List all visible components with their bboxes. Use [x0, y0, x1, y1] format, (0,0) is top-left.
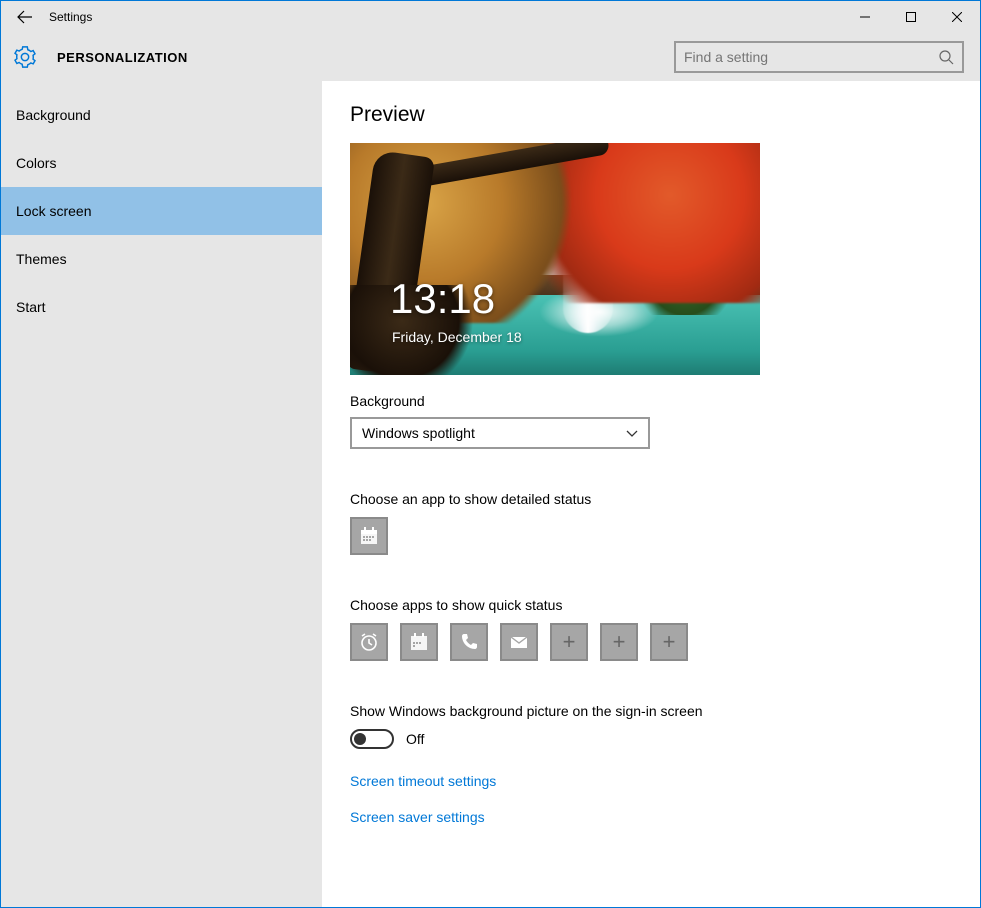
- toggle-knob: [354, 733, 366, 745]
- quick-status-tile-add[interactable]: +: [600, 623, 638, 661]
- sidebar-item-start[interactable]: Start: [1, 283, 322, 331]
- sidebar-item-label: Themes: [16, 251, 67, 267]
- quick-status-tile-alarm[interactable]: [350, 623, 388, 661]
- plus-icon: +: [613, 629, 626, 655]
- preview-clock: 13:18: [390, 275, 495, 323]
- main-content: Preview 13:18 Friday, December 18 Backgr…: [322, 81, 980, 907]
- calendar-icon: [409, 632, 429, 652]
- quick-status-tile-calendar[interactable]: [400, 623, 438, 661]
- arrow-left-icon: [17, 9, 33, 25]
- signin-toggle-state: Off: [406, 731, 424, 747]
- dropdown-value: Windows spotlight: [362, 425, 626, 441]
- plus-icon: +: [663, 629, 676, 655]
- sidebar-item-label: Background: [16, 107, 91, 123]
- sidebar: Background Colors Lock screen Themes Sta…: [1, 81, 322, 907]
- back-button[interactable]: [1, 9, 49, 25]
- screen-timeout-link[interactable]: Screen timeout settings: [350, 773, 952, 789]
- maximize-icon: [906, 12, 916, 22]
- quick-status-tile-mail[interactable]: [500, 623, 538, 661]
- detailed-status-label: Choose an app to show detailed status: [350, 491, 952, 507]
- search-input[interactable]: [684, 49, 938, 65]
- sidebar-item-themes[interactable]: Themes: [1, 235, 322, 283]
- header: PERSONALIZATION: [1, 33, 980, 81]
- close-button[interactable]: [934, 1, 980, 33]
- minimize-icon: [860, 12, 870, 22]
- search-box[interactable]: [674, 41, 964, 73]
- sidebar-item-background[interactable]: Background: [1, 91, 322, 139]
- minimize-button[interactable]: [842, 1, 888, 33]
- preview-date: Friday, December 18: [392, 329, 522, 345]
- lockscreen-preview: 13:18 Friday, December 18: [350, 143, 760, 375]
- calendar-icon: [359, 526, 379, 546]
- window-title: Settings: [49, 10, 92, 24]
- close-icon: [952, 12, 962, 22]
- sidebar-item-lock-screen[interactable]: Lock screen: [1, 187, 322, 235]
- background-label: Background: [350, 393, 952, 409]
- signin-toggle[interactable]: [350, 729, 394, 749]
- maximize-button[interactable]: [888, 1, 934, 33]
- sidebar-item-label: Lock screen: [16, 203, 91, 219]
- sidebar-item-label: Start: [16, 299, 46, 315]
- gear-icon: [13, 45, 37, 69]
- section-title: PERSONALIZATION: [57, 50, 188, 65]
- quick-status-tile-phone[interactable]: [450, 623, 488, 661]
- sidebar-item-colors[interactable]: Colors: [1, 139, 322, 187]
- background-dropdown[interactable]: Windows spotlight: [350, 417, 650, 449]
- quick-status-tile-add[interactable]: +: [650, 623, 688, 661]
- phone-icon: [459, 632, 479, 652]
- quick-status-tile-add[interactable]: +: [550, 623, 588, 661]
- plus-icon: +: [563, 629, 576, 655]
- titlebar: Settings: [1, 1, 980, 33]
- screen-saver-link[interactable]: Screen saver settings: [350, 809, 952, 825]
- sidebar-item-label: Colors: [16, 155, 56, 171]
- alarm-icon: [359, 632, 379, 652]
- search-icon: [938, 49, 954, 65]
- mail-icon: [509, 632, 529, 652]
- chevron-down-icon: [626, 427, 638, 439]
- quick-status-label: Choose apps to show quick status: [350, 597, 952, 613]
- detailed-status-app-tile[interactable]: [350, 517, 388, 555]
- signin-toggle-label: Show Windows background picture on the s…: [350, 703, 952, 719]
- preview-heading: Preview: [350, 103, 952, 127]
